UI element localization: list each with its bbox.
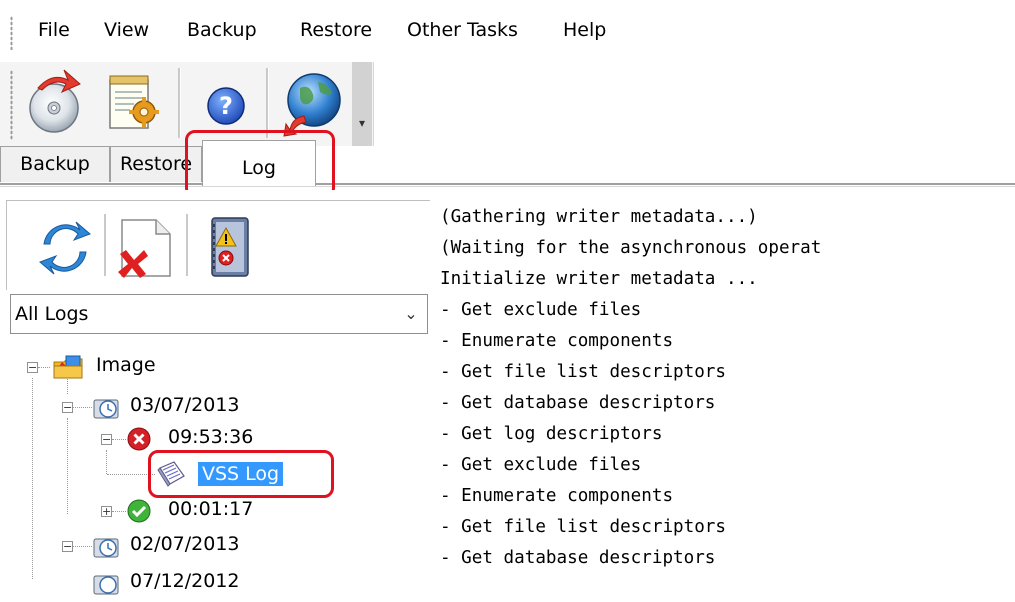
web-globe-button[interactable] xyxy=(282,66,346,138)
toolbar-separator xyxy=(186,214,189,276)
chevron-down-icon[interactable]: ⌄ xyxy=(401,303,421,325)
tree-collapse-toggle[interactable]: − xyxy=(101,434,112,445)
tree-node-date[interactable]: 02/07/2013 xyxy=(130,532,240,556)
log-book-button[interactable] xyxy=(196,210,266,282)
refresh-icon xyxy=(39,221,91,275)
toolbar-grip[interactable] xyxy=(10,70,13,140)
svg-text:?: ? xyxy=(219,92,233,120)
success-check-icon xyxy=(126,498,152,524)
menu-grip[interactable] xyxy=(10,16,13,50)
backup-clock-icon xyxy=(92,394,120,422)
log-line: Initialize writer metadata ... xyxy=(440,269,758,289)
menu-bar: File View Backup Restore Other Tasks Hel… xyxy=(0,0,1015,62)
log-line: - Enumerate components xyxy=(440,331,674,351)
log-filter-value: All Logs xyxy=(15,303,89,325)
backup-clock-icon xyxy=(92,533,120,561)
menu-help[interactable]: Help xyxy=(563,18,606,42)
log-line: (Gathering writer metadata...) xyxy=(440,207,758,227)
tree-connector xyxy=(112,439,126,440)
image-folder-icon xyxy=(52,354,86,382)
tab-baseline xyxy=(0,183,1015,185)
chevron-down-icon: ▾ xyxy=(358,116,366,130)
log-line: - Get log descriptors xyxy=(440,424,663,444)
menu-view[interactable]: View xyxy=(104,18,149,42)
delete-log-button[interactable] xyxy=(112,210,182,282)
tree-node-time[interactable]: 00:01:17 xyxy=(168,497,253,521)
log-book-icon xyxy=(211,217,249,277)
log-line: - Enumerate components xyxy=(440,486,674,506)
tree-connector xyxy=(32,378,33,579)
menu-backup[interactable]: Backup xyxy=(187,18,257,42)
tab-backup[interactable]: Backup xyxy=(0,146,110,182)
menu-restore[interactable]: Restore xyxy=(300,18,372,42)
tree-node-date[interactable]: 07/12/2012 xyxy=(130,569,240,593)
tree-collapse-toggle[interactable]: − xyxy=(27,362,38,373)
backup-clock-icon xyxy=(92,570,120,598)
panel-border xyxy=(6,200,7,290)
tree-connector xyxy=(106,450,107,474)
log-line: - Get file list descriptors xyxy=(440,362,726,382)
tree-node-image[interactable]: Image xyxy=(96,353,156,377)
log-line: - Get database descriptors xyxy=(440,548,716,568)
task-settings-button[interactable] xyxy=(100,66,164,138)
help-button[interactable]: ? xyxy=(196,66,260,138)
log-text-view[interactable]: (Gathering writer metadata...) (Waiting … xyxy=(432,200,1015,579)
log-line: (Waiting for the asynchronous operat xyxy=(440,238,822,258)
log-line: - Get exclude files xyxy=(440,300,642,320)
log-line: - Get database descriptors xyxy=(440,393,716,413)
tree-connector xyxy=(72,546,92,547)
toolbar-overflow-button[interactable]: ▾ xyxy=(352,62,372,146)
annotation-highlight-vss-log xyxy=(148,450,334,498)
delete-document-icon xyxy=(118,219,171,278)
toolbar-separator xyxy=(178,68,181,138)
tree-node-date[interactable]: 03/07/2013 xyxy=(130,393,240,417)
log-filter-dropdown[interactable]: All Logs ⌄ xyxy=(10,294,428,334)
help-icon: ? xyxy=(207,87,245,125)
tab-baseline-shadow xyxy=(0,186,1015,187)
menu-other-tasks[interactable]: Other Tasks xyxy=(407,18,518,42)
backup-disc-button[interactable] xyxy=(24,66,88,138)
tree-connector xyxy=(112,511,126,512)
tree-node-time[interactable]: 09:53:36 xyxy=(168,425,253,449)
panel-border xyxy=(6,200,430,201)
tree-collapse-toggle[interactable]: − xyxy=(62,402,73,413)
task-settings-icon xyxy=(109,75,159,129)
menu-file[interactable]: File xyxy=(38,18,70,42)
tree-connector xyxy=(67,418,68,514)
tree-connector xyxy=(72,407,92,408)
log-line: - Get file list descriptors xyxy=(440,517,726,537)
tree-collapse-toggle[interactable]: − xyxy=(62,541,73,552)
tree-connector xyxy=(38,367,50,368)
error-icon xyxy=(126,426,152,452)
toolbar-separator xyxy=(104,214,107,276)
annotation-highlight-log-tab xyxy=(185,130,335,198)
tree-expand-toggle[interactable]: + xyxy=(101,506,112,517)
refresh-button[interactable] xyxy=(30,210,100,282)
log-line: - Get exclude files xyxy=(440,455,642,475)
web-globe-icon xyxy=(283,73,341,137)
toolbar-separator xyxy=(266,68,269,138)
backup-disc-icon xyxy=(29,69,81,133)
